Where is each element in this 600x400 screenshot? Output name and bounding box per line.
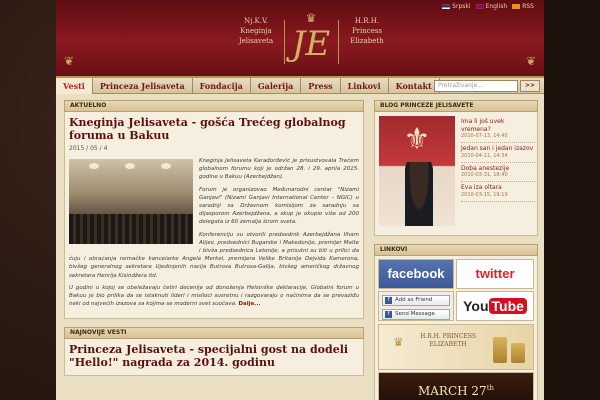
- logo-right-line: Princess: [351, 27, 383, 35]
- facebook-f-icon: f: [385, 311, 392, 318]
- crown-icon: ♛: [393, 335, 404, 349]
- language-bar: Srpski English RSS: [442, 3, 534, 10]
- logo-serbian-text: Nj.K.V. Kneginja Jelisaveta: [232, 16, 280, 46]
- twitter-banner[interactable]: twitter: [456, 259, 534, 289]
- nav-item-vesti[interactable]: Vesti: [56, 77, 93, 94]
- main-content: AKTUELNO Kneginja Jelisaveta - gošća Tre…: [56, 94, 544, 400]
- rss-icon: [512, 4, 521, 9]
- nav-item-princeza-jelisaveta[interactable]: Princeza Jelisaveta: [93, 77, 193, 94]
- logo-left-line: Jelisaveta: [238, 37, 274, 45]
- nav-item-kontakt[interactable]: Kontakt: [389, 77, 440, 94]
- send-message-label: Send Message: [395, 311, 435, 317]
- lang-serbian-link[interactable]: Srpski: [442, 3, 471, 10]
- chandelier-icon: [125, 163, 135, 169]
- section-heading-blog: BLOG PRINCEZE JELISAVETE: [374, 100, 538, 112]
- english-flag-icon: [475, 4, 484, 9]
- nav-item-galerija[interactable]: Galerija: [251, 77, 302, 94]
- march-text: MARCH 27: [417, 384, 487, 398]
- logo-right-line: Elizabeth: [350, 37, 384, 45]
- portrait-shape: [405, 162, 433, 226]
- header: Srpski English RSS ❦ ❦ Nj.K.V. Kneginja …: [56, 0, 544, 78]
- blog-box: ⚜ Ima li još uvek vremena? 2010-07-13, 1…: [374, 112, 538, 236]
- logo-right-line: H.R.H.: [354, 17, 380, 25]
- lang-english-label: English: [485, 3, 508, 10]
- rss-link[interactable]: RSS: [512, 3, 534, 10]
- crown-icon: ♛: [305, 11, 317, 25]
- princess-photo[interactable]: ⚜: [379, 116, 455, 226]
- main-nav: Vesti Princeza Jelisaveta Fondacija Gale…: [56, 77, 544, 94]
- eagle-crest-icon: ⚜: [403, 122, 431, 157]
- facebook-buttons: f Add as Friend f Send Message: [378, 291, 454, 321]
- logo-english-text: H.R.H. Princess Elizabeth: [342, 16, 392, 46]
- fleur-left-icon: ❦: [63, 54, 75, 68]
- march-banner[interactable]: MARCH 27th: [378, 372, 534, 400]
- search-button[interactable]: >>: [520, 80, 540, 92]
- nav-item-fondacija[interactable]: Fondacija: [193, 77, 251, 94]
- list-item: Jedan san i jedan izazov 2010-04-11, 14:…: [461, 143, 535, 163]
- add-friend-label: Add as Friend: [395, 297, 433, 303]
- blog-post-link[interactable]: Doba anestezije: [461, 165, 535, 173]
- logo-left-line: Kneginja: [240, 27, 272, 35]
- article-date: 2015 / 05 / 4: [69, 145, 108, 152]
- youtube-tube-text: Tube: [488, 298, 527, 314]
- march-sup-text: th: [486, 384, 495, 392]
- send-message-button[interactable]: f Send Message: [382, 309, 450, 320]
- latest-article-title[interactable]: Princeza Jelisaveta - specijalni gost na…: [69, 343, 359, 369]
- rss-label: RSS: [522, 3, 534, 10]
- logo-divider: [284, 20, 285, 64]
- list-item: Doba anestezije 2010-03-31, 18:40: [461, 163, 535, 182]
- audience-shape: [69, 214, 193, 244]
- youtube-banner[interactable]: You Tube: [456, 291, 534, 321]
- lang-english-link[interactable]: English: [475, 3, 508, 10]
- perfume-text: H.R.H. PRINCESS ELIZABETH: [420, 333, 476, 348]
- article-photo[interactable]: [69, 159, 193, 244]
- perfume-bottle-icon: [493, 337, 507, 363]
- section-heading-aktuelno: AKTUELNO: [64, 100, 364, 112]
- logo-divider: [338, 20, 339, 64]
- lang-serbian-label: Srpski: [452, 3, 471, 10]
- fleur-right-icon: ❦: [525, 54, 537, 68]
- blog-post-link[interactable]: Eva iza oltara: [461, 184, 535, 192]
- blog-post-date: 2010-07-13, 14:40: [461, 133, 508, 139]
- article-body: Kneginja Jelisaveta Karađorđević je pris…: [69, 157, 359, 308]
- page: Srpski English RSS ❦ ❦ Nj.K.V. Kneginja …: [56, 0, 544, 400]
- blog-post-date: 2010-03-15, 19:19: [461, 191, 508, 198]
- chandelier-icon: [89, 163, 99, 169]
- right-column: BLOG PRINCEZE JELISAVETE ⚜ Ima li još uv…: [374, 100, 538, 400]
- article-paragraph: U godini u kojoj se obeležavaju četiri d…: [69, 284, 359, 309]
- nav-item-press[interactable]: Press: [301, 77, 341, 94]
- list-item: Ima li još uvek vremena? 2010-07-13, 14:…: [461, 116, 535, 143]
- blog-list: Ima li još uvek vremena? 2010-07-13, 14:…: [461, 116, 535, 202]
- article-title[interactable]: Kneginja Jelisaveta - gošća Trećeg globa…: [69, 116, 359, 142]
- chandelier-icon: [161, 163, 171, 169]
- links-box: facebook twitter f Add as Friend f Send Me…: [374, 256, 538, 400]
- article-paragraph-text: U godini u kojoj se obeležavaju četiri d…: [69, 284, 359, 308]
- nav-item-linkovi[interactable]: Linkovi: [341, 77, 389, 94]
- facebook-banner[interactable]: facebook: [378, 259, 454, 289]
- add-friend-button[interactable]: f Add as Friend: [382, 295, 450, 306]
- section-heading-najnovije: NAJNOVIJE VESTI: [64, 327, 364, 340]
- blog-post-date: 2010-04-11, 14:34: [461, 152, 508, 159]
- blog-post-link[interactable]: Ima li još uvek vremena?: [461, 118, 535, 133]
- latest-article: Princeza Jelisaveta - specijalni gost na…: [64, 339, 364, 377]
- blog-post-date: 2010-03-31, 18:40: [461, 172, 508, 178]
- logo-emblem[interactable]: ♛ JE: [288, 12, 334, 70]
- facebook-f-icon: f: [385, 297, 392, 304]
- perfume-banner[interactable]: ♛ H.R.H. PRINCESS ELIZABETH: [378, 324, 534, 370]
- left-column: AKTUELNO Kneginja Jelisaveta - gošća Tre…: [64, 100, 364, 377]
- blog-post-link[interactable]: Jedan san i jedan izazov: [461, 145, 535, 153]
- search-input[interactable]: Pretraživanje...: [434, 80, 518, 92]
- perfume-bottle-icon: [511, 343, 525, 363]
- logo-left-line: Nj.K.V.: [243, 17, 269, 25]
- youtube-you-text: You: [463, 298, 489, 314]
- monogram: JE: [291, 24, 331, 64]
- featured-article: Kneginja Jelisaveta - gošća Trećeg globa…: [64, 112, 364, 320]
- serbian-flag-icon: [442, 4, 451, 9]
- list-item: Eva iza oltara 2010-03-15, 19:19: [461, 182, 535, 202]
- section-heading-linkovi: LINKOVI: [374, 244, 538, 256]
- read-more-link[interactable]: Dalje...: [238, 301, 260, 307]
